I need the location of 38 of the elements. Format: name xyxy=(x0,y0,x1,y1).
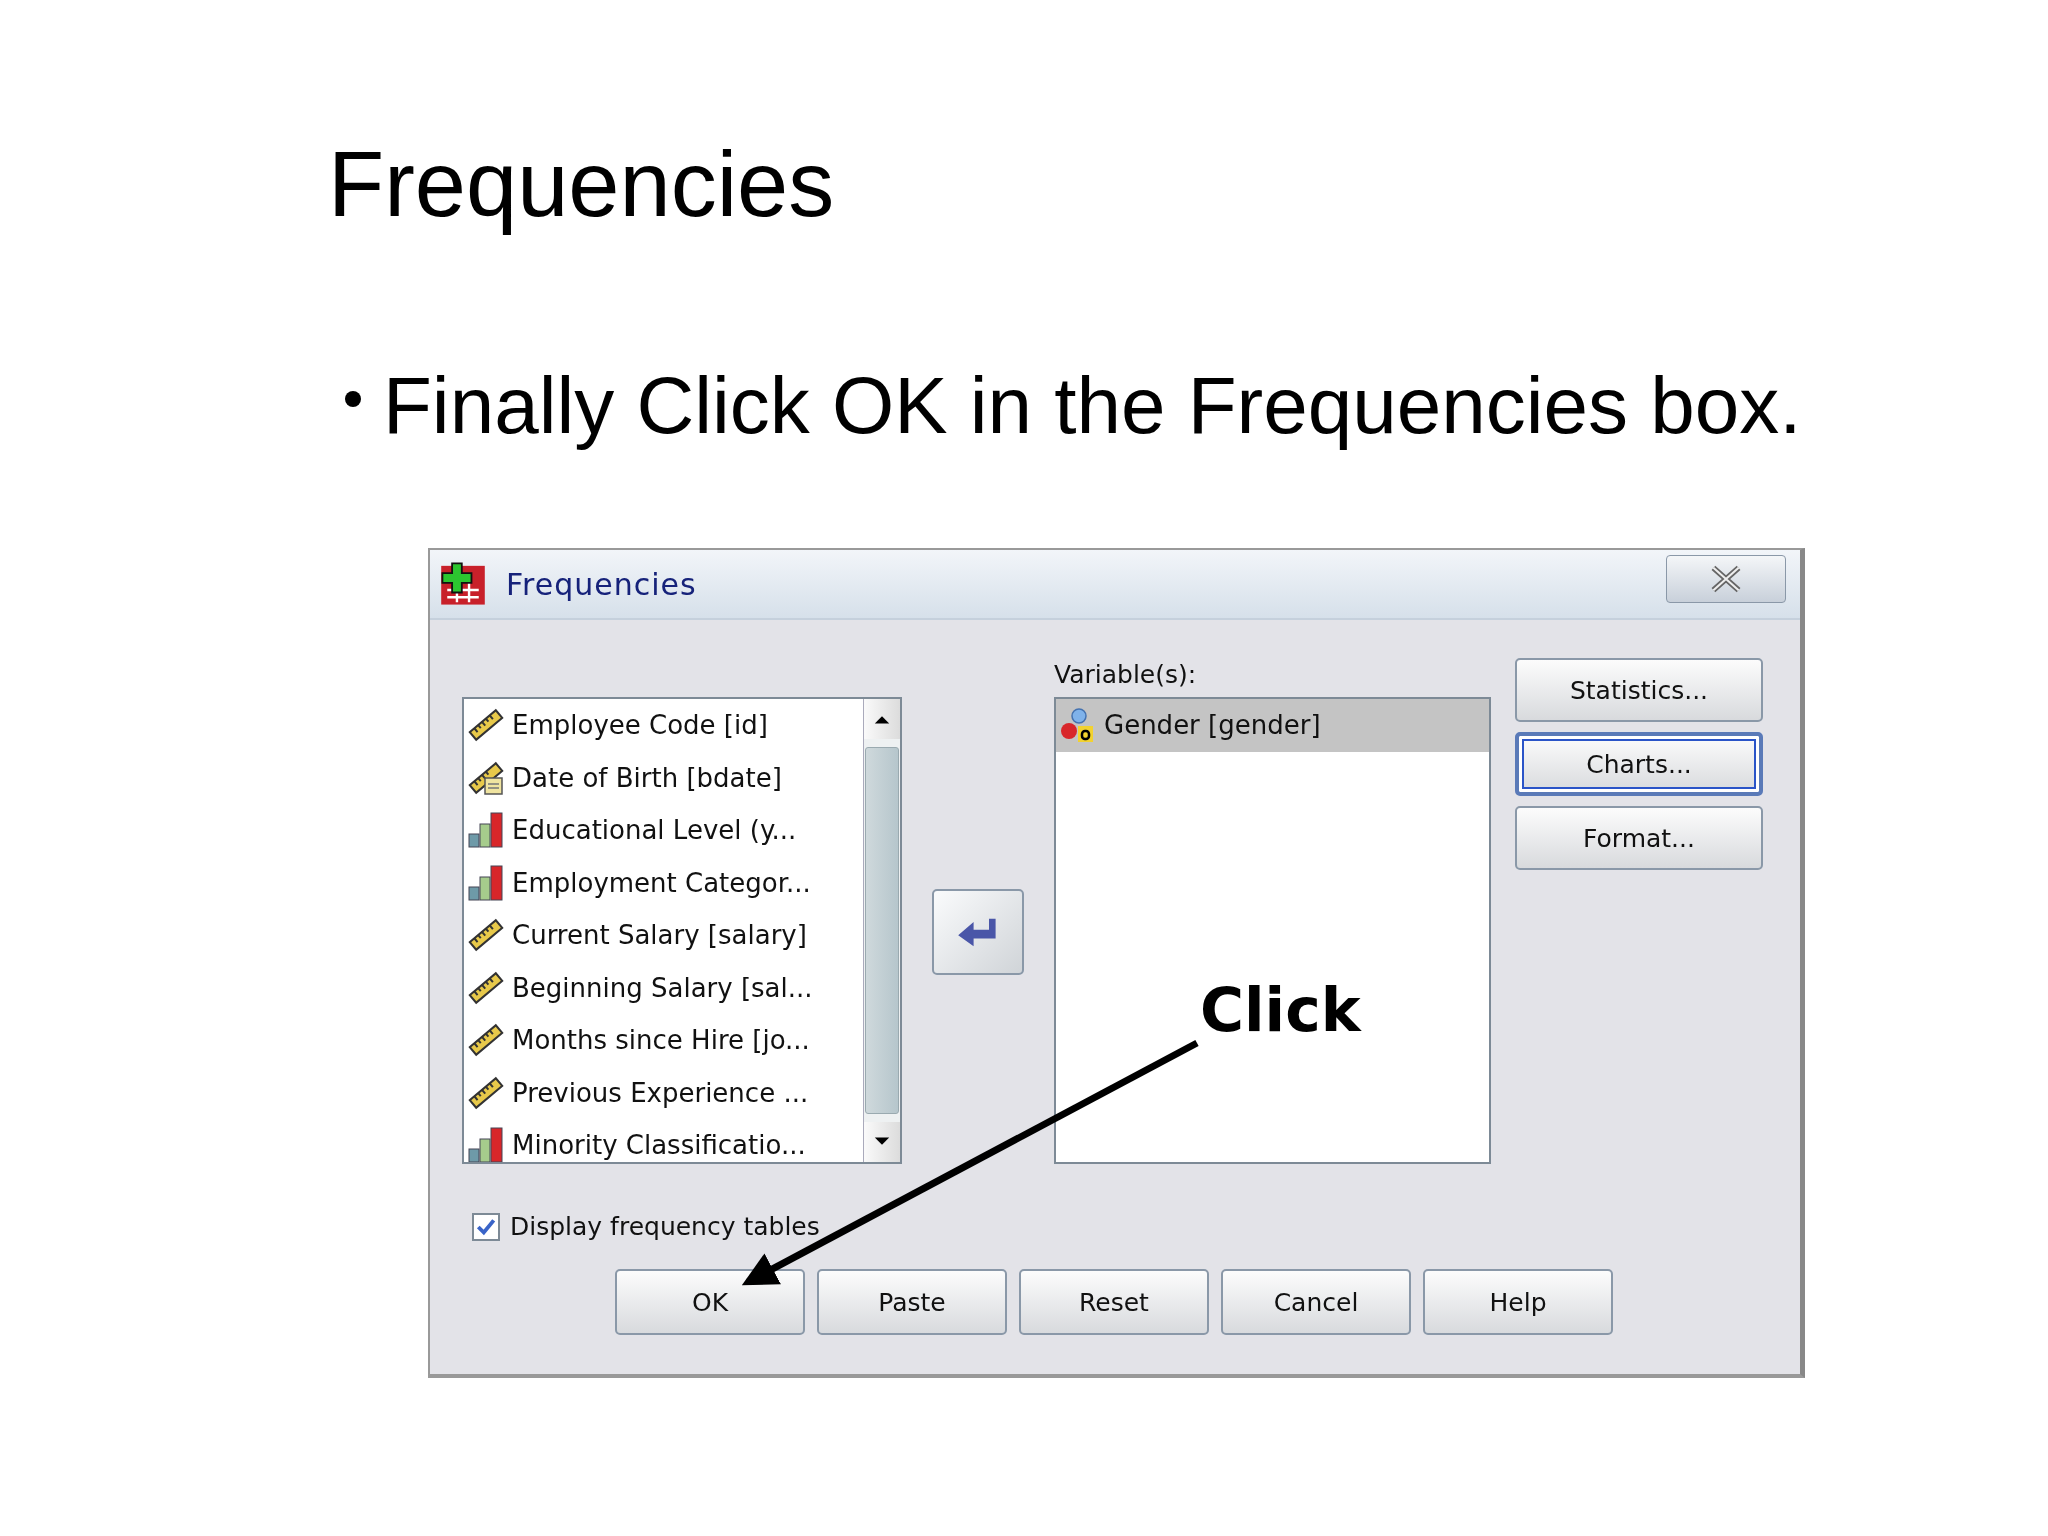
dialog-button[interactable]: Reset xyxy=(1019,1269,1209,1335)
dialog-button[interactable]: Help xyxy=(1423,1269,1613,1335)
variable-item[interactable]: Employment Categor... xyxy=(464,856,863,909)
bullet-icon xyxy=(345,391,361,407)
variable-item[interactable]: Educational Level (y... xyxy=(464,804,863,857)
app-icon xyxy=(440,561,486,607)
scroll-thumb[interactable] xyxy=(865,747,899,1114)
checkbox[interactable] xyxy=(472,1212,500,1241)
variable-item[interactable]: Employee Code [id] xyxy=(464,699,863,752)
bar-chart-icon xyxy=(468,864,504,901)
dialog-button[interactable]: Format... xyxy=(1515,806,1763,870)
variable-item[interactable]: Beginning Salary [sal... xyxy=(464,961,863,1014)
variable-item[interactable]: Months since Hire [jo... xyxy=(464,1014,863,1067)
dialog-button[interactable]: Charts... xyxy=(1515,732,1763,796)
variable-item[interactable]: Minority Classificatio... xyxy=(464,1119,863,1162)
close-icon xyxy=(1709,565,1743,593)
dialog-button[interactable]: Paste xyxy=(817,1269,1007,1335)
scroll-down-icon xyxy=(873,1137,891,1147)
dialog-button[interactable]: Cancel xyxy=(1221,1269,1411,1335)
bullet-text: Finally Click OK in the Frequencies box. xyxy=(383,360,1802,452)
window-title: Frequencies xyxy=(506,566,698,602)
close-button[interactable] xyxy=(1666,555,1786,603)
dialog-button[interactable]: Statistics... xyxy=(1515,658,1763,722)
dialog-button[interactable]: OK xyxy=(615,1269,805,1335)
variable-item[interactable]: Gender [gender] xyxy=(1056,699,1489,752)
variable-item[interactable]: Current Salary [salary] xyxy=(464,909,863,962)
variable-item[interactable]: Date of Birth [bdate] xyxy=(464,751,863,804)
scroll-up-icon xyxy=(873,714,891,724)
slide-title: Frequencies xyxy=(328,132,835,237)
bar-chart-icon xyxy=(468,812,504,849)
annotation-text: Click xyxy=(1200,975,1361,1045)
bar-chart-icon xyxy=(468,1127,504,1162)
variables-label: Variable(s): xyxy=(1054,660,1198,691)
scrollbar[interactable] xyxy=(863,699,900,1162)
nominal-string-icon xyxy=(1060,707,1096,744)
checkbox-label: Display frequency tables xyxy=(510,1212,820,1241)
move-button[interactable] xyxy=(932,889,1024,975)
variable-item[interactable]: Previous Experience ... xyxy=(464,1066,863,1119)
